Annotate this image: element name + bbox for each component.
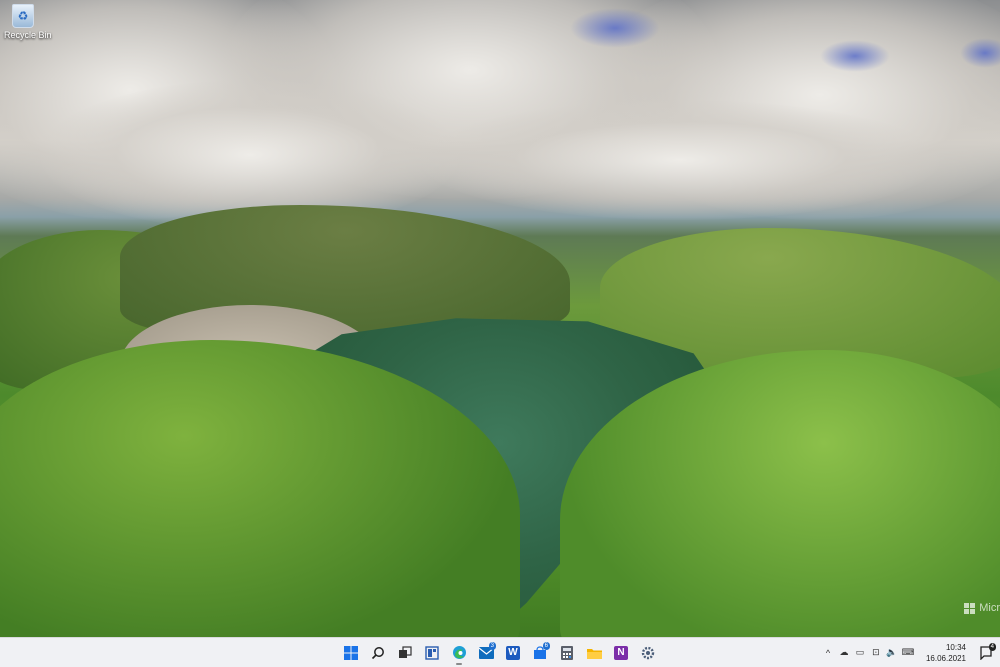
notification-count: 4	[988, 642, 996, 651]
desktop-icon-label: Recycle Bin	[4, 30, 52, 40]
mail-button[interactable]: 3	[475, 641, 497, 665]
cloud	[420, 100, 940, 220]
word-button[interactable]: W	[502, 641, 524, 665]
onenote-button[interactable]: N	[610, 641, 632, 665]
edge-button[interactable]	[448, 641, 470, 665]
notification-button[interactable]: 4	[976, 642, 996, 663]
cloud-icon[interactable]: ☁	[838, 647, 850, 659]
keyboard-icon[interactable]: ⌨	[901, 647, 914, 659]
taskbar-apps: 3 W 6 N	[340, 638, 659, 667]
sky-patch	[570, 8, 660, 48]
windows-start-icon	[344, 645, 358, 660]
desktop-wallpaper: ♻ Recycle Bin Micr	[0, 0, 1000, 638]
clock-date: 16.06.2021	[925, 653, 966, 663]
volume-icon[interactable]: 🔈	[886, 647, 898, 659]
onenote-icon: N	[614, 645, 628, 660]
word-icon: W	[506, 645, 520, 660]
clock-time: 10:34	[945, 642, 966, 652]
store-button[interactable]: 6	[529, 641, 551, 665]
taskbar: 3 W 6 N ^ ☁ ▭ ⊡ 🔈 ⌨ 10:34 16.06.2021 4	[0, 637, 1000, 667]
calculator-button[interactable]	[556, 641, 578, 665]
microsoft-watermark: Micr	[964, 602, 1000, 614]
folder-icon	[586, 648, 602, 659]
store-badge: 6	[542, 641, 550, 650]
battery-icon[interactable]: ▭	[854, 647, 866, 659]
recycle-bin-icon: ♻	[12, 4, 34, 28]
tray-icons: ^ ☁ ▭ ⊡ 🔈 ⌨	[822, 647, 915, 659]
running-indicator	[456, 662, 462, 665]
mail-badge: 3	[488, 641, 496, 650]
settings-button[interactable]	[637, 641, 659, 665]
clock[interactable]: 10:34 16.06.2021	[926, 642, 966, 664]
task-view-button[interactable]	[394, 641, 416, 665]
file-explorer-button[interactable]	[583, 641, 605, 665]
gear-icon	[641, 646, 655, 659]
task-view-icon	[399, 645, 412, 658]
widgets-button[interactable]	[421, 641, 443, 665]
search-button[interactable]	[367, 641, 389, 665]
sky-patch	[820, 40, 890, 72]
desktop-icon-recycle-bin[interactable]: ♻ Recycle Bin	[4, 4, 52, 40]
system-tray: ^ ☁ ▭ ⊡ 🔈 ⌨ 10:34 16.06.2021 4	[822, 638, 1000, 667]
watermark-text: Micr	[979, 602, 1000, 614]
search-icon	[371, 646, 384, 659]
edge-icon	[452, 646, 466, 659]
microsoft-logo-icon	[964, 602, 976, 614]
widgets-icon	[425, 645, 439, 660]
start-button[interactable]	[340, 641, 362, 665]
chevron-up-icon[interactable]: ^	[822, 647, 834, 659]
network-icon[interactable]: ⊡	[870, 647, 882, 659]
calculator-icon	[561, 645, 573, 660]
